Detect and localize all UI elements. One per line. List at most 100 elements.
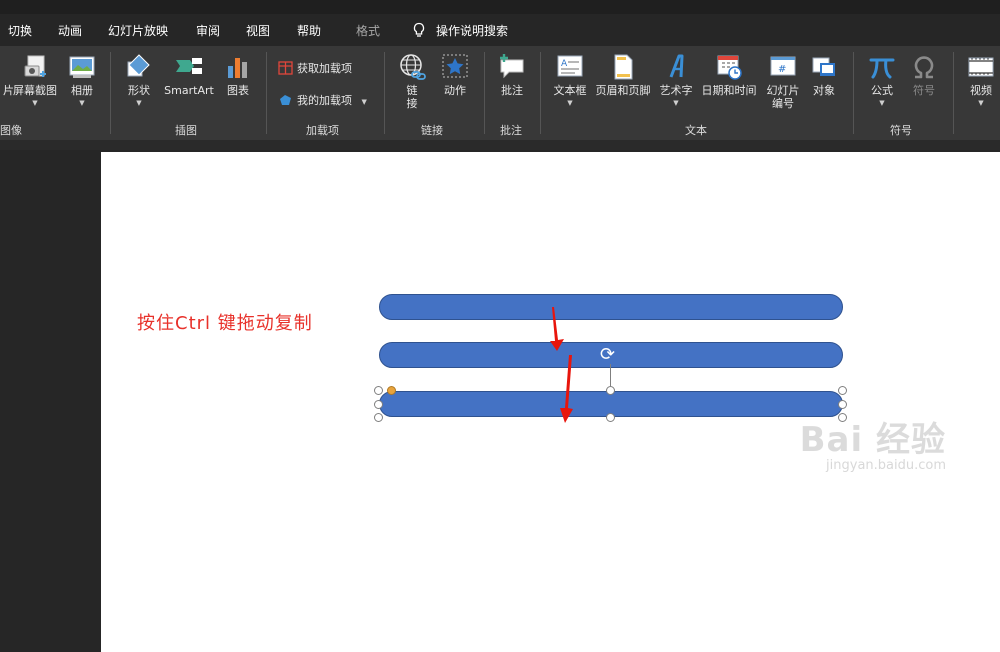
slide-number-label-line2: 编号 [772,97,794,110]
group-label-illustrations: 插图 [175,124,197,137]
omega-icon [914,56,934,79]
group-divider [484,52,485,134]
video-icon [968,57,994,77]
chevron-down-icon: ▼ [673,99,679,107]
tell-me-search[interactable]: 操作说明搜索 [412,22,508,39]
my-addins-button[interactable]: 我的加载项 ▼ [278,92,367,108]
album-button[interactable]: 相册 ▼ [64,52,100,107]
tab-format[interactable]: 格式 [356,22,380,39]
title-bar [0,0,1000,14]
bar-chart-icon [228,58,247,78]
smartart-button[interactable]: SmartArt [162,52,216,98]
calendar-clock-icon [717,55,742,80]
shapes-button[interactable]: 形状 ▼ [120,52,158,107]
ribbon-bottom-border [0,140,1000,150]
chart-button[interactable]: 图表 [222,52,254,98]
group-divider [540,52,541,134]
chart-label: 图表 [227,84,249,97]
slide-number-label-line1: 幻灯片 [766,84,800,97]
chevron-down-icon: ▼ [32,99,38,107]
equation-button[interactable]: 公式 ▼ [864,52,900,107]
group-label-comments: 批注 [500,124,522,137]
slide-number-label: 幻灯片 编号 [762,84,804,110]
wordart-icon [669,54,684,78]
object-button[interactable]: 对象 [806,52,842,98]
chevron-down-icon: ▼ [136,99,142,107]
datetime-button[interactable]: 日期和时间 [698,52,760,98]
baidu-watermark: Bai 经验 [800,412,946,461]
group-divider [110,52,111,134]
group-label-symbols: 符号 [890,124,912,137]
chevron-down-icon: ▼ [567,99,573,107]
shapes-icon [127,54,150,77]
my-addins-label: 我的加载项 [297,94,352,107]
svg-text:A: A [561,59,568,69]
textbox-button[interactable]: A 文本框 ▼ [550,52,590,107]
get-addins-label: 获取加载项 [297,62,352,75]
group-divider [953,52,954,134]
equation-label: 公式 [871,84,893,97]
group-divider [266,52,267,134]
svg-text:#: # [778,64,786,75]
slide-canvas[interactable]: 按住Ctrl 键拖动复制 ⟳ [101,152,1000,652]
video-label: 视频 [970,84,992,97]
header-footer-label: 页眉和页脚 [595,84,651,97]
textbox-label: 文本框 [553,84,587,97]
album-label: 相册 [71,84,93,97]
action-button[interactable]: 动作 [438,52,472,98]
wordart-label: 艺术字 [659,84,693,97]
link-button[interactable]: 链接 [396,52,428,110]
screenshot-icon [24,55,46,77]
chevron-down-icon: ▼ [79,99,85,107]
link-label: 链接 [406,84,418,110]
header-footer-button[interactable]: 页眉和页脚 [592,52,654,98]
tab-help[interactable]: 帮助 [297,22,321,39]
photo-album-icon [69,56,95,78]
group-divider [384,52,385,134]
tab-review[interactable]: 审阅 [196,22,220,39]
tab-animations[interactable]: 动画 [58,22,82,39]
chevron-down-icon: ▼ [978,99,984,107]
group-label-text: 文本 [685,124,707,137]
store-icon [278,61,293,75]
slide-number-button[interactable]: # 幻灯片 编号 [762,52,804,110]
group-label-addins: 加载项 [306,124,339,137]
object-icon [812,57,835,76]
addins-icon [280,95,291,105]
tab-slideshow[interactable]: 幻灯片放映 [108,22,168,39]
ribbon: 片 屏幕截图 ▼ 相册 ▼ 图像 形状 ▼ SmartArt 图表 插图 获取加… [0,46,1000,140]
object-label: 对象 [813,84,835,97]
tell-me-label: 操作说明搜索 [436,24,509,38]
slide-number-icon: # [770,56,796,76]
baidu-watermark-url: jingyan.baidu.com [826,458,946,473]
tab-view[interactable]: 视图 [246,22,270,39]
thumbnail-pane[interactable] [0,150,101,652]
comment-button[interactable]: 批注 [494,52,530,98]
wordart-button[interactable]: 艺术字 ▼ [656,52,696,107]
textbox-icon: A [557,55,583,77]
annotation-arrows [550,307,573,423]
video-button[interactable]: 视频 ▼ [962,52,1000,107]
watermark-text: Bai 经验 [799,420,946,460]
globe-link-icon [400,54,426,80]
pi-icon [869,58,895,79]
action-label: 动作 [444,84,466,97]
smartart-icon [176,58,202,74]
chevron-down-icon: ▼ [361,98,367,106]
star-action-icon [442,54,468,78]
symbol-label: 符号 [913,84,935,97]
comment-icon [500,54,524,79]
datetime-label: 日期和时间 [701,84,757,97]
header-footer-icon [614,54,633,80]
tab-transitions[interactable]: 切换 [8,22,32,39]
red-arrow-2 [560,355,573,423]
group-label-image: 图像 [0,124,22,137]
ribbon-tabs: 切换 动画 幻灯片放映 审阅 视图 帮助 格式 操作说明搜索 [0,14,1000,46]
lightbulb-icon [413,22,425,37]
screenshot-button[interactable]: 屏幕截图 ▼ [12,52,58,107]
comment-label: 批注 [501,84,523,97]
symbol-button[interactable]: 符号 [904,52,944,98]
get-addins-button[interactable]: 获取加载项 [278,60,352,76]
group-label-links: 链接 [421,124,443,137]
watermark-url-text: jingyan.baidu.com [826,458,946,473]
